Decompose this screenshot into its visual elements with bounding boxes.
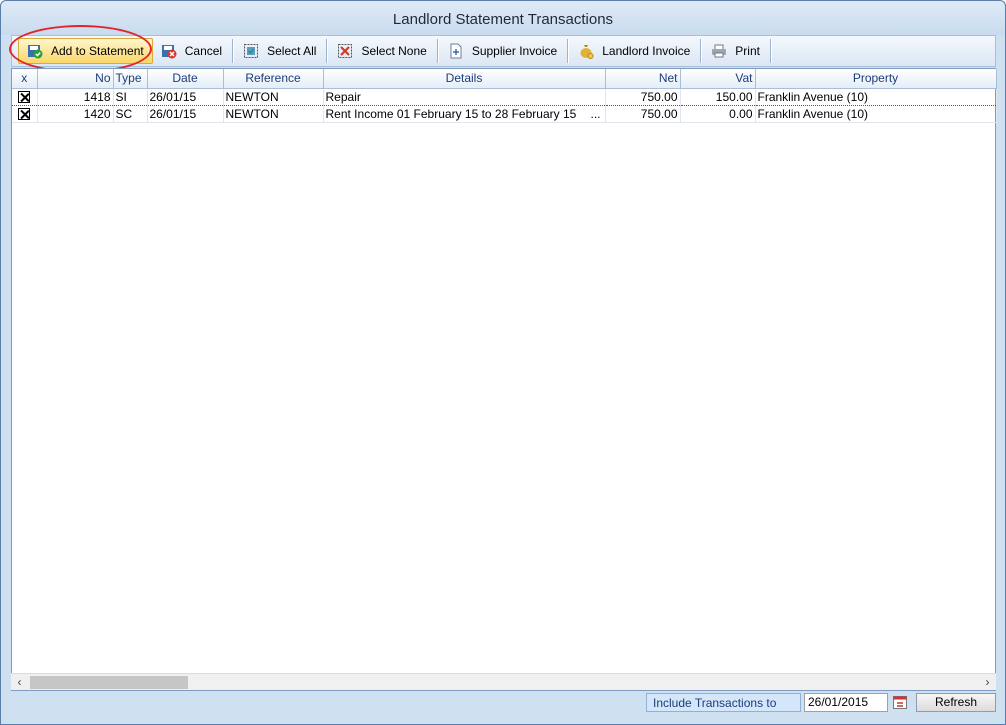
toolbar: Add to Statement Cancel Select All Selec… — [11, 35, 996, 67]
cell-property: Franklin Avenue (10) — [755, 105, 997, 123]
add-to-statement-button[interactable]: Add to Statement — [18, 38, 153, 64]
checked-checkbox[interactable] — [18, 108, 31, 121]
transactions-grid: x No Type Date Reference Details Net Vat… — [11, 68, 997, 691]
include-transactions-label: Include Transactions to — [646, 692, 801, 712]
select-none-button[interactable]: Select None — [329, 38, 434, 64]
column-header-no[interactable]: No — [37, 69, 114, 89]
window-title: Landlord Statement Transactions — [1, 1, 1005, 35]
row-checkbox-cell[interactable] — [12, 105, 38, 123]
table-row[interactable]: 1420 SC 26/01/15 NEWTON Rent Income 01 F… — [12, 105, 997, 123]
cell-details: Repair — [323, 87, 606, 106]
add-to-statement-label: Add to Statement — [51, 44, 144, 58]
invoice-document-icon — [448, 43, 464, 59]
select-none-label: Select None — [361, 44, 427, 58]
cancel-label: Cancel — [184, 44, 223, 58]
toolbar-separator — [436, 39, 438, 63]
column-header-x[interactable]: x — [12, 69, 38, 89]
save-check-icon — [27, 43, 43, 59]
grid-header-row: x No Type Date Reference Details Net Vat… — [12, 69, 997, 89]
toolbar-separator — [326, 39, 328, 63]
cell-date: 26/01/15 — [147, 87, 224, 106]
landlord-invoice-button[interactable]: Landlord Invoice — [570, 38, 698, 64]
column-header-net[interactable]: Net — [605, 69, 681, 89]
toolbar-separator — [232, 39, 234, 63]
toolbar-separator — [769, 39, 771, 63]
money-bag-icon — [578, 43, 594, 59]
column-header-reference[interactable]: Reference — [223, 69, 324, 89]
cell-type: SI — [113, 87, 148, 106]
cell-property: Franklin Avenue (10) — [755, 87, 997, 106]
supplier-invoice-label: Supplier Invoice — [471, 44, 558, 58]
cancel-save-icon — [161, 43, 177, 59]
scroll-right-icon[interactable]: › — [979, 674, 996, 691]
toolbar-separator — [567, 39, 569, 63]
select-none-icon — [337, 43, 353, 59]
cell-no: 1420 — [37, 105, 114, 123]
cell-net: 750.00 — [605, 87, 681, 106]
column-header-property[interactable]: Property — [755, 69, 997, 89]
checked-checkbox[interactable] — [18, 91, 31, 104]
calendar-icon[interactable] — [891, 693, 909, 712]
cell-vat: 0.00 — [680, 105, 756, 123]
footer-bar: Include Transactions to Refresh — [11, 691, 996, 713]
table-row[interactable]: 1418 SI 26/01/15 NEWTON Repair 750.00 15… — [12, 87, 997, 106]
cell-date: 26/01/15 — [147, 105, 224, 123]
column-header-date[interactable]: Date — [147, 69, 224, 89]
toolbar-separator — [700, 39, 702, 63]
landlord-invoice-label: Landlord Invoice — [602, 44, 691, 58]
select-all-button[interactable]: Select All — [235, 38, 324, 64]
cell-details: Rent Income 01 February 15 to 28 Februar… — [323, 105, 606, 123]
select-all-icon — [243, 43, 259, 59]
scroll-left-icon[interactable]: ‹ — [11, 674, 28, 691]
print-label: Print — [735, 44, 760, 58]
cell-type: SC — [113, 105, 148, 123]
row-checkbox-cell[interactable] — [12, 87, 38, 106]
cell-net: 750.00 — [605, 105, 681, 123]
column-header-type[interactable]: Type — [113, 69, 148, 89]
details-ellipsis[interactable]: ... — [590, 107, 602, 121]
supplier-invoice-button[interactable]: Supplier Invoice — [440, 38, 565, 64]
details-text: Rent Income 01 February 15 to 28 Februar… — [325, 106, 577, 121]
cell-reference: NEWTON — [223, 87, 324, 106]
scrollbar-thumb[interactable] — [30, 676, 188, 689]
cell-vat: 150.00 — [680, 87, 756, 106]
details-text: Repair — [325, 89, 361, 104]
horizontal-scrollbar[interactable]: ‹ › — [11, 673, 996, 690]
column-header-details[interactable]: Details — [323, 69, 606, 89]
include-date-input[interactable] — [804, 692, 888, 712]
cell-no: 1418 — [37, 87, 114, 106]
select-all-label: Select All — [267, 44, 317, 58]
printer-icon — [711, 43, 727, 59]
print-button[interactable]: Print — [703, 38, 768, 64]
landlord-statement-window: Landlord Statement Transactions Add to S… — [0, 0, 1006, 725]
refresh-button[interactable]: Refresh — [916, 692, 996, 712]
column-header-vat[interactable]: Vat — [680, 69, 756, 89]
cell-reference: NEWTON — [223, 105, 324, 123]
cancel-button[interactable]: Cancel — [153, 38, 230, 64]
